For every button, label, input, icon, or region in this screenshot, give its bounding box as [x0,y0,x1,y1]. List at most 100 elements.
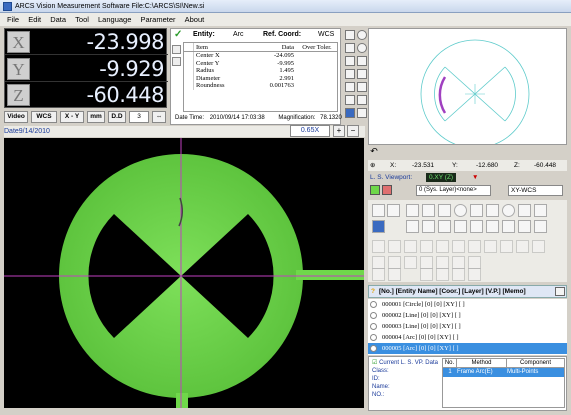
menu-language[interactable]: Language [98,15,131,24]
menu-data[interactable]: Data [50,15,66,24]
point-icon[interactable] [422,204,435,217]
tool-f-icon[interactable] [452,240,465,253]
tool-i-icon[interactable] [500,240,513,253]
intersect-icon[interactable] [438,220,451,233]
tool-k-icon[interactable] [532,240,545,253]
zoom-icon[interactable] [357,56,367,66]
list-item[interactable]: 000001 [Circle] [0] [0] [XY] [ ] [368,299,567,310]
tool-e-icon[interactable] [436,240,449,253]
tool-h-icon[interactable] [484,240,497,253]
slot-icon[interactable] [518,204,531,217]
wcs-select[interactable]: XY-WCS [508,185,563,196]
layer-color-icon[interactable] [370,185,380,195]
app-icon [3,2,12,11]
zoom-select[interactable]: 0.65X [290,125,330,137]
pointer-icon[interactable] [372,204,385,217]
video-view[interactable] [4,138,364,408]
print-icon[interactable] [345,69,355,79]
zoom-out-icon[interactable]: − [347,125,359,137]
list-item-selected[interactable]: 000005 [Arc] [0] [0] [XY] [ ] [368,343,567,354]
col-item: Item [196,44,208,51]
parallel-icon[interactable] [470,220,483,233]
axis-x-button[interactable]: X [7,31,30,53]
ellipse-icon[interactable] [502,204,515,217]
tool-w-icon[interactable] [452,268,465,281]
list-item[interactable]: 000003 [Line] [0] [0] [XY] [ ] [368,321,567,332]
angle-icon[interactable] [422,220,435,233]
grid-icon[interactable] [357,82,367,92]
axis-y-button[interactable]: Y [7,58,30,80]
report-icon[interactable] [357,95,367,105]
tangent-icon[interactable] [486,220,499,233]
tool-d-icon[interactable] [420,240,433,253]
copy-icon[interactable] [172,45,181,54]
axis-z-button[interactable]: Z [7,84,30,106]
tool-a-icon[interactable] [372,240,385,253]
mirror-icon[interactable] [534,220,547,233]
coord-x-value: -23.531 [412,162,435,169]
viewport-select[interactable]: 0.XY (Z) [426,173,457,182]
play-icon[interactable] [372,220,385,233]
table-row[interactable]: 1 Frame Arc(E) Multi-Points [443,368,564,377]
menu-file[interactable]: File [7,15,19,24]
mid-icon[interactable] [502,220,515,233]
tool-c-icon[interactable] [404,240,417,253]
move-icon[interactable] [357,30,367,40]
entity-label: Entity: [193,31,215,38]
arc-icon[interactable] [470,204,483,217]
tool-j-icon[interactable] [516,240,529,253]
axis-y-value: -9.929 [99,57,164,81]
settings-icon[interactable] [172,57,181,66]
tool-b-icon[interactable] [388,240,401,253]
distance-icon[interactable] [406,220,419,233]
dd-button[interactable]: D.D [108,111,126,123]
menu-parameter[interactable]: Parameter [140,15,175,24]
tool-v-icon[interactable] [436,268,449,281]
offset-icon[interactable] [518,220,531,233]
tool-n-icon[interactable] [404,256,417,269]
line-icon[interactable] [438,204,451,217]
new-icon[interactable] [345,30,355,40]
undo-icon[interactable]: ↶ [368,146,380,158]
perpendicular-icon[interactable] [454,220,467,233]
checkbox[interactable]: ☑ [372,360,377,366]
decimal-select[interactable]: 3 [129,111,149,123]
dots-icon[interactable] [406,204,419,217]
layer-select[interactable]: 0 (Sys. Layer)<none> [416,185,491,196]
tool-u-icon[interactable] [420,268,433,281]
layer-lock-icon[interactable] [382,185,392,195]
viewport-bar: L. S. Viewport: 0.XY (Z) ▼ [370,172,479,183]
save-icon[interactable] [345,56,355,66]
fit-icon[interactable] [357,108,367,118]
open-icon[interactable] [345,43,355,53]
zoom-in-icon[interactable]: + [333,125,345,137]
layer-bar: 0 (Sys. Layer)<none> XY-WCS [368,184,567,197]
export-icon[interactable] [345,108,355,118]
video-button[interactable]: Video [4,111,28,123]
circle-icon[interactable] [454,204,467,217]
menu-tool[interactable]: Tool [75,15,89,24]
toggle-icon[interactable]: ⇔ [152,111,166,123]
tool-s-icon[interactable] [372,268,385,281]
plane-button[interactable]: X - Y [60,111,84,123]
hand-icon[interactable] [357,69,367,79]
list-item[interactable]: 000004 [Arc] [0] [0] [XY] [ ] [368,332,567,343]
dropdown-icon[interactable]: ▼ [472,172,478,183]
overview-panel[interactable] [368,28,567,149]
table-row: Center Y -9.995 [184,59,337,67]
tool-g-icon[interactable] [468,240,481,253]
edge-icon[interactable] [387,204,400,217]
menu-about[interactable]: About [185,15,205,24]
list-menu-icon[interactable] [555,287,565,296]
tool-t-icon[interactable] [388,268,401,281]
list-item[interactable]: 000002 [Line] [0] [0] [XY] [ ] [368,310,567,321]
table-icon[interactable] [345,95,355,105]
tool-x-icon[interactable] [468,268,481,281]
unit-button[interactable]: mm [87,111,105,123]
target-icon[interactable] [357,43,367,53]
curve-icon[interactable] [534,204,547,217]
wcs-button[interactable]: WCS [31,111,57,123]
menu-edit[interactable]: Edit [28,15,41,24]
image-icon[interactable] [345,82,355,92]
rect-icon[interactable] [486,204,499,217]
